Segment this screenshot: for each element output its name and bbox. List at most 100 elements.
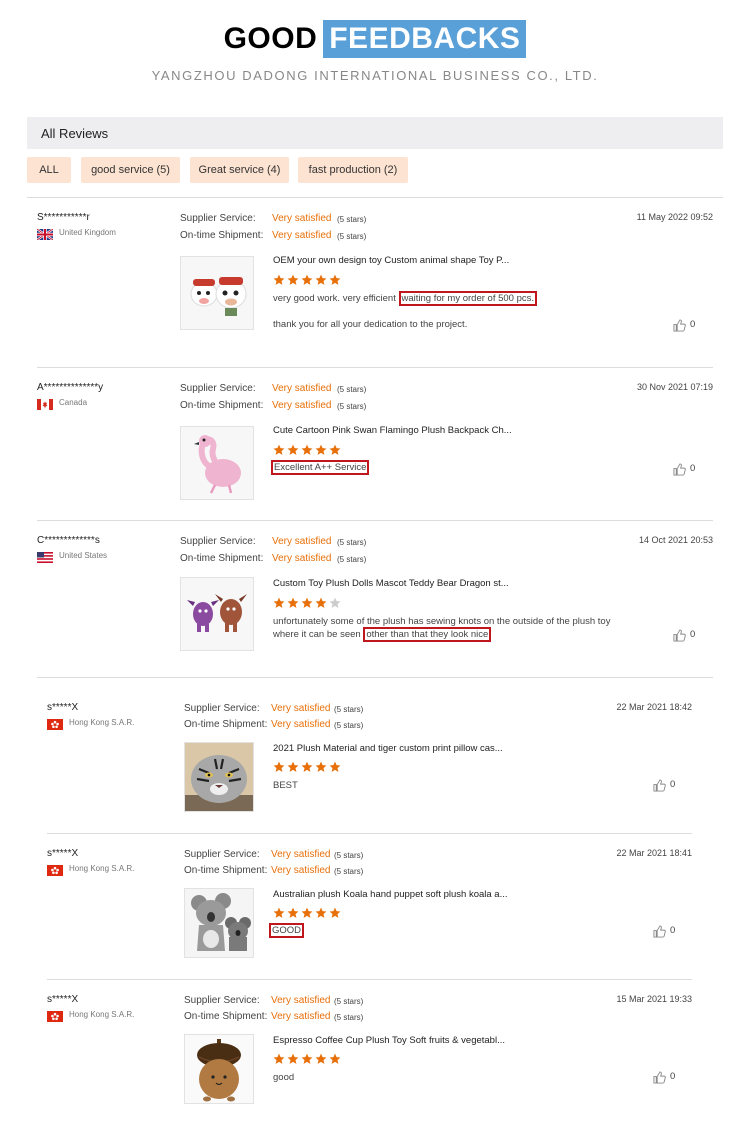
- divider: [27, 197, 723, 198]
- product-title[interactable]: Custom Toy Plush Dolls Mascot Teddy Bear…: [273, 578, 509, 589]
- star-filled-icon: [273, 907, 285, 918]
- product-title[interactable]: Cute Cartoon Pink Swan Flamingo Plush Ba…: [273, 425, 512, 436]
- reviewer-name: C*************s: [37, 535, 100, 546]
- supplier-service-value: Very satisfied: [271, 995, 331, 1006]
- shipment-value: Very satisfied: [271, 719, 331, 730]
- shipment-label: On-time Shipment:: [184, 719, 268, 730]
- filter-great-service[interactable]: Great service (4): [190, 157, 289, 183]
- product-thumbnail[interactable]: [184, 1034, 254, 1104]
- star-empty-icon: [329, 597, 341, 608]
- uk-flag-icon: [37, 229, 53, 240]
- review-text-second: thank you for all your dedication to the…: [273, 319, 468, 330]
- star-filled-icon: [301, 1053, 313, 1064]
- reviewer-country: Hong Kong S.A.R.: [69, 718, 135, 727]
- divider: [47, 979, 692, 980]
- supplier-service-label: Supplier Service:: [180, 536, 256, 547]
- reviewer-name: s*****X: [47, 702, 79, 713]
- like-count: 0: [690, 629, 696, 640]
- supplier-service-value: Very satisfied: [272, 536, 332, 547]
- filter-good-service[interactable]: good service (5): [81, 157, 180, 183]
- star-filled-icon: [329, 1053, 341, 1064]
- thumbs-up-icon[interactable]: [673, 463, 686, 476]
- supplier-service-label: Supplier Service:: [184, 849, 260, 860]
- thumbs-up-icon[interactable]: [673, 629, 686, 642]
- review-item: s*****X Hong Kong S.A.R. Supplier Servic…: [47, 994, 692, 1114]
- star-filled-icon: [301, 274, 313, 285]
- supplier-service-label: Supplier Service:: [184, 995, 260, 1006]
- supplier-service-label: Supplier Service:: [180, 213, 256, 224]
- thumbs-up-icon[interactable]: [653, 779, 666, 792]
- shipment-stars: (5 stars): [337, 402, 367, 411]
- thumbs-up-icon[interactable]: [653, 925, 666, 938]
- review-date: 14 Oct 2021 20:53: [638, 535, 713, 545]
- star-filled-icon: [301, 907, 313, 918]
- star-filled-icon: [315, 597, 327, 608]
- star-filled-icon: [329, 444, 341, 455]
- star-filled-icon: [273, 597, 285, 608]
- hk-flag-icon: [47, 1011, 63, 1022]
- divider: [37, 520, 713, 521]
- review-item: S***********r United Kingdom Supplier Se…: [37, 212, 713, 352]
- star-filled-icon: [287, 907, 299, 918]
- all-reviews-label: All Reviews: [41, 126, 109, 141]
- supplier-service-label: Supplier Service:: [184, 703, 260, 714]
- like-count: 0: [670, 925, 676, 936]
- supplier-service-value: Very satisfied: [271, 849, 331, 860]
- product-thumbnail[interactable]: [180, 256, 254, 330]
- hk-flag-icon: [47, 865, 63, 876]
- reviewer-name: S***********r: [37, 212, 90, 223]
- reviewer-name: A**************y: [37, 382, 104, 393]
- supplier-service-stars: (5 stars): [334, 851, 364, 860]
- star-filled-icon: [315, 761, 327, 772]
- shipment-label: On-time Shipment:: [180, 400, 264, 411]
- shipment-stars: (5 stars): [334, 721, 364, 730]
- thumbs-up-icon[interactable]: [673, 319, 686, 332]
- supplier-service-stars: (5 stars): [337, 538, 367, 547]
- shipment-value: Very satisfied: [271, 865, 331, 876]
- hk-flag-icon: [47, 719, 63, 730]
- review-text: good: [273, 1072, 295, 1083]
- product-title[interactable]: OEM your own design toy Custom animal sh…: [273, 255, 509, 266]
- review-text-highlight: GOOD: [269, 923, 305, 938]
- supplier-service-value: Very satisfied: [272, 383, 332, 394]
- filter-all[interactable]: ALL: [27, 157, 71, 183]
- supplier-service-stars: (5 stars): [337, 385, 367, 394]
- title-good: GOOD: [223, 22, 318, 55]
- product-title[interactable]: Espresso Coffee Cup Plush Toy Soft fruit…: [273, 1035, 505, 1046]
- review-text-main: where it can be seen: [273, 629, 364, 640]
- star-filled-icon: [273, 1053, 285, 1064]
- review-text: GOOD: [269, 923, 305, 938]
- star-filled-icon: [329, 907, 341, 918]
- product-thumbnail[interactable]: [180, 426, 254, 500]
- reviewer-country: United States: [59, 551, 108, 560]
- like-count: 0: [690, 463, 696, 474]
- star-filled-icon: [287, 1053, 299, 1064]
- filter-fast-production[interactable]: fast production (2): [298, 157, 408, 183]
- product-thumbnail[interactable]: [184, 888, 254, 958]
- product-thumbnail[interactable]: [184, 742, 254, 812]
- shipment-value: Very satisfied: [272, 230, 332, 241]
- shipment-label: On-time Shipment:: [180, 230, 264, 241]
- shipment-value: Very satisfied: [271, 1011, 331, 1022]
- star-filled-icon: [315, 274, 327, 285]
- supplier-service-label: Supplier Service:: [180, 383, 256, 394]
- supplier-service-stars: (5 stars): [334, 705, 364, 714]
- star-filled-icon: [273, 761, 285, 772]
- thumbs-up-icon[interactable]: [653, 1071, 666, 1084]
- product-title[interactable]: Australian plush Koala hand puppet soft …: [273, 889, 508, 900]
- shipment-label: On-time Shipment:: [184, 865, 268, 876]
- product-title[interactable]: 2021 Plush Material and tiger custom pri…: [273, 743, 503, 754]
- supplier-service-stars: (5 stars): [337, 215, 367, 224]
- star-filled-icon: [287, 274, 299, 285]
- title-feedbacks: FEEDBACKS: [323, 20, 527, 58]
- shipment-stars: (5 stars): [337, 555, 367, 564]
- review-date: 30 Nov 2021 07:19: [636, 382, 713, 392]
- product-thumbnail[interactable]: [180, 577, 254, 651]
- star-filled-icon: [301, 597, 313, 608]
- divider: [37, 677, 713, 678]
- review-item: C*************s United States Supplier S…: [37, 535, 713, 665]
- review-date: 11 May 2022 09:52: [636, 212, 713, 222]
- shipment-stars: (5 stars): [334, 1013, 364, 1022]
- like-count: 0: [670, 1071, 676, 1082]
- star-filled-icon: [315, 444, 327, 455]
